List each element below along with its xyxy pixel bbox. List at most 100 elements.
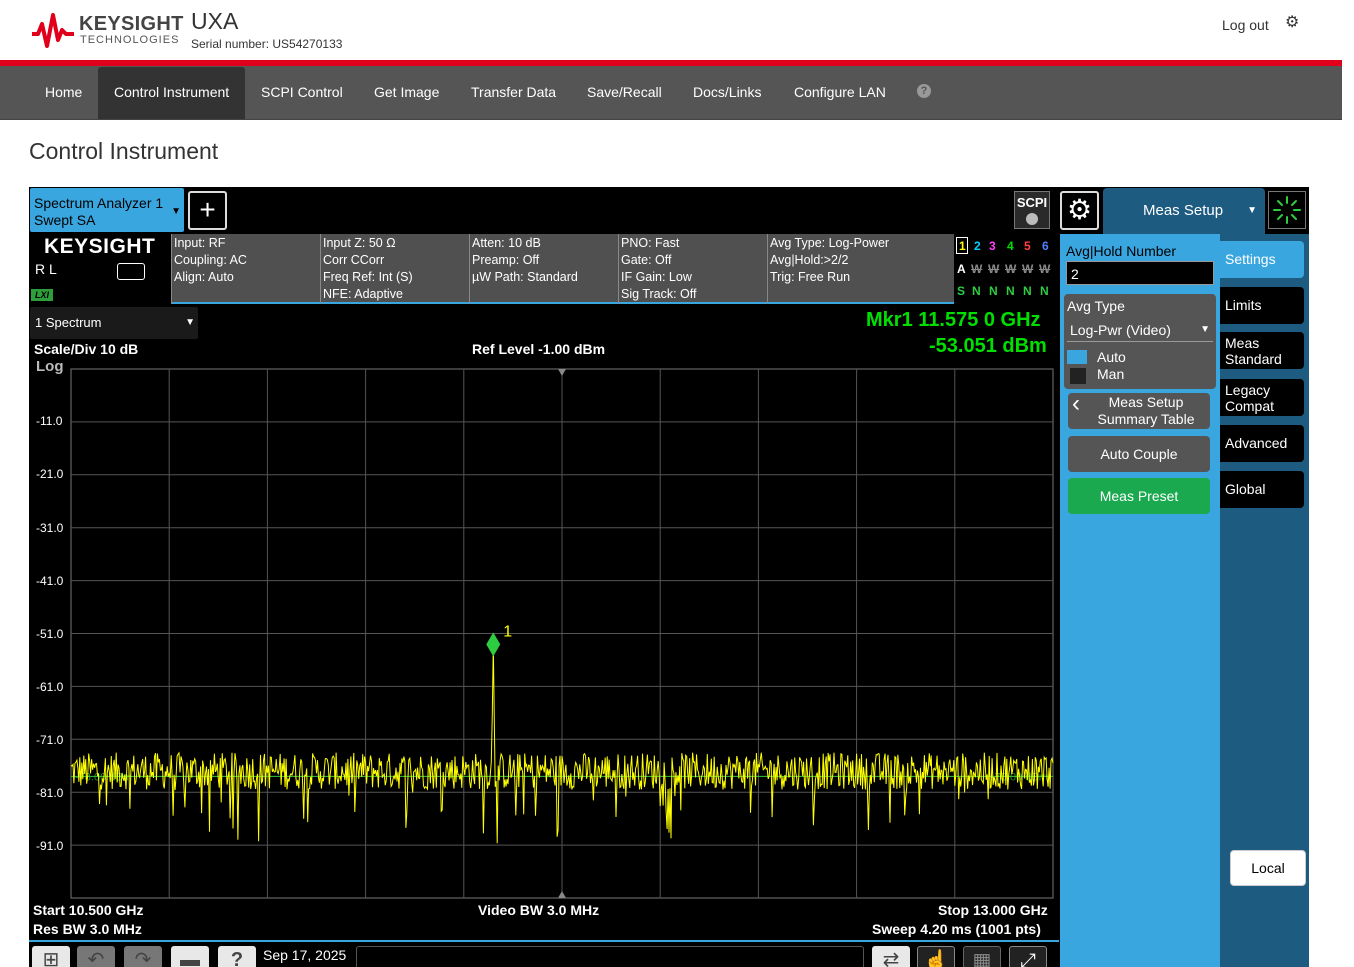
nav-home[interactable]: Home — [30, 67, 97, 119]
instrument-toolbar: Spectrum Analyzer 1 Swept SA ▼ + SCPI ⚙ … — [29, 187, 1309, 234]
zoom-icon[interactable]: ⤢ — [1009, 946, 1047, 967]
man-label: Man — [1097, 366, 1125, 382]
trace-type: W — [971, 262, 983, 276]
info-pno[interactable]: PNO: Fast Gate: Off IF Gain: Low Sig Tra… — [618, 234, 767, 304]
y-tick-label: -61.0 — [36, 680, 64, 694]
info-avg-type[interactable]: Avg Type: Log-Power Avg|Hold:>2/2 Trig: … — [767, 234, 954, 304]
tab-legacy-compat[interactable]: Legacy Compat — [1220, 379, 1304, 416]
y-tick-label: -91.0 — [36, 839, 64, 853]
trace-number: 4 — [1007, 239, 1014, 253]
info-text: NFE: Adaptive — [323, 287, 403, 301]
spectrum-selector-label: 1 Spectrum — [35, 315, 102, 330]
brand-subtitle: TECHNOLOGIES — [80, 34, 180, 46]
trace-type: A — [957, 262, 966, 276]
screen-icon[interactable] — [117, 263, 145, 280]
tab-meas-standard[interactable]: Meas Standard — [1220, 332, 1304, 369]
add-screen-button[interactable]: + — [188, 191, 227, 230]
trace-detector: N — [1023, 284, 1032, 298]
meas-setup-panel: Avg|Hold Number 2 Avg Type Log-Pwr (Vide… — [1060, 234, 1220, 967]
lxi-badge: LXI — [31, 289, 53, 301]
man-toggle[interactable] — [1070, 368, 1086, 384]
info-text: µW Path: Standard — [472, 270, 578, 284]
auto-label: Auto — [1097, 349, 1126, 365]
info-text: Preamp: Off — [472, 253, 540, 267]
meas-setup-tabs: Settings Limits Meas Standard Legacy Com… — [1220, 234, 1309, 967]
header: KEYSIGHT TECHNOLOGIES UXA Serial number:… — [0, 0, 1354, 60]
instrument-screen[interactable]: Spectrum Analyzer 1 Swept SA ▼ + SCPI ⚙ … — [29, 187, 1309, 967]
nav-control-instrument[interactable]: Control Instrument — [98, 67, 246, 119]
remote-local-indicator: R L — [35, 261, 57, 277]
y-tick-label: -81.0 — [36, 786, 64, 800]
marker-1-label: 1 — [503, 623, 512, 640]
tab-advanced[interactable]: Advanced — [1220, 425, 1304, 462]
nav-transfer-data[interactable]: Transfer Data — [456, 67, 571, 119]
tab-limits[interactable]: Limits — [1220, 287, 1304, 324]
spectrum-plot[interactable]: -78.00 dBm -78.00 dBm1 — [29, 307, 1059, 940]
auto-toggle[interactable] — [1067, 350, 1087, 364]
nav-configure-lan[interactable]: Configure LAN — [779, 67, 901, 119]
nav-save-recall[interactable]: Save/Recall — [572, 67, 677, 119]
avg-hold-number-input[interactable]: 2 — [1066, 261, 1214, 285]
avg-type-select[interactable]: Log-Pwr (Video) ▼ — [1067, 318, 1213, 342]
logout-link[interactable]: Log out — [1222, 17, 1269, 33]
status-message-field — [356, 946, 864, 967]
auto-couple-button[interactable]: Auto Couple — [1068, 436, 1210, 472]
video-bw[interactable]: Video BW 3.0 MHz — [478, 902, 599, 918]
serial-number: Serial number: US54270133 — [191, 37, 343, 51]
marker-amplitude: -53.051 dBm — [929, 335, 1047, 357]
brand-name: KEYSIGHT — [79, 13, 184, 35]
res-bw[interactable]: Res BW 3.0 MHz — [33, 921, 142, 937]
trace-indicator[interactable]: 1 2 3 4 5 6 A W W W W W S N N N N N — [954, 234, 1059, 304]
summary-line: Summary Table — [1097, 411, 1195, 427]
windows-icon[interactable]: ⊞ — [32, 946, 70, 967]
settings-info-bar[interactable]: KEYSIGHT R L LXI Input: RF Coupling: AC … — [29, 234, 1059, 304]
scale-per-div[interactable]: Scale/Div 10 dB — [34, 341, 138, 357]
gear-icon[interactable]: ⚙ — [1285, 15, 1301, 31]
trace-detector: S — [957, 284, 966, 298]
tab-global[interactable]: Global — [1220, 471, 1304, 508]
nav-docs-links[interactable]: Docs/Links — [678, 67, 776, 119]
trace-type: W — [1005, 262, 1017, 276]
folder-icon[interactable]: ▬ — [171, 946, 209, 967]
instrument-status-bar: ⊞ ↶ ↷ ▬ ? Sep 17, 2025 ⇄ ☝ ▦ ⤢ — [29, 940, 1059, 967]
y-tick-label: -41.0 — [36, 574, 64, 588]
meas-preset-button[interactable]: Meas Preset — [1068, 478, 1210, 514]
spectrum-window-selector[interactable]: 1 Spectrum ▼ — [30, 307, 198, 339]
trace-number: 5 — [1024, 239, 1031, 253]
trace-detector: N — [1040, 284, 1049, 298]
meas-setup-menu[interactable]: Meas Setup ▼ — [1103, 188, 1265, 234]
settings-gear-icon[interactable]: ⚙ — [1060, 191, 1099, 230]
redo-icon[interactable]: ↷ — [124, 946, 162, 967]
tab-settings[interactable]: Settings — [1220, 241, 1304, 278]
sweep-status-icon[interactable] — [1268, 191, 1306, 229]
keysight-logo[interactable]: KEYSIGHT TECHNOLOGIES — [30, 12, 183, 52]
meas-setup-summary-button[interactable]: ‹ Meas Setup Summary Table — [1068, 392, 1210, 429]
ref-level[interactable]: Ref Level -1.00 dBm — [472, 341, 605, 357]
dropdown-arrow-icon: ▼ — [1200, 324, 1210, 335]
scpi-button[interactable]: SCPI — [1014, 191, 1050, 229]
y-tick-label: -11.0 — [36, 414, 63, 428]
start-frequency[interactable]: Start 10.500 GHz — [33, 902, 144, 918]
multi-window-icon[interactable]: ▦ — [963, 946, 1001, 967]
stop-frequency[interactable]: Stop 13.000 GHz — [938, 902, 1048, 918]
sweep-time[interactable]: Sweep 4.20 ms (1001 pts) — [872, 921, 1041, 937]
touch-icon[interactable]: ☝ — [917, 946, 955, 967]
info-text: Freq Ref: Int (S) — [323, 270, 413, 284]
nav-get-image[interactable]: Get Image — [359, 67, 454, 119]
help-question-icon[interactable]: ? — [218, 946, 256, 967]
spectrum-analyzer-tab[interactable]: Spectrum Analyzer 1 Swept SA ▼ — [30, 188, 184, 232]
dropdown-arrow-icon: ▼ — [1247, 205, 1257, 216]
network-icon[interactable]: ⇄ — [872, 946, 910, 967]
info-atten[interactable]: Atten: 10 dB Preamp: Off µW Path: Standa… — [469, 234, 618, 304]
nav-scpi-control[interactable]: SCPI Control — [246, 67, 358, 119]
y-tick-label: -51.0 — [36, 627, 64, 641]
avg-type-label: Avg Type — [1067, 298, 1125, 314]
info-input[interactable]: Input: RF Coupling: AC Align: Auto — [171, 234, 320, 304]
local-button[interactable]: Local — [1230, 850, 1306, 886]
dropdown-arrow-icon: ▼ — [171, 206, 181, 217]
help-icon[interactable]: ? — [917, 84, 931, 98]
info-input-z[interactable]: Input Z: 50 Ω Corr CCorr Freq Ref: Int (… — [320, 234, 469, 304]
avg-hold-number-label: Avg|Hold Number — [1066, 243, 1176, 259]
undo-icon[interactable]: ↶ — [77, 946, 115, 967]
info-text: Sig Track: Off — [621, 287, 697, 301]
